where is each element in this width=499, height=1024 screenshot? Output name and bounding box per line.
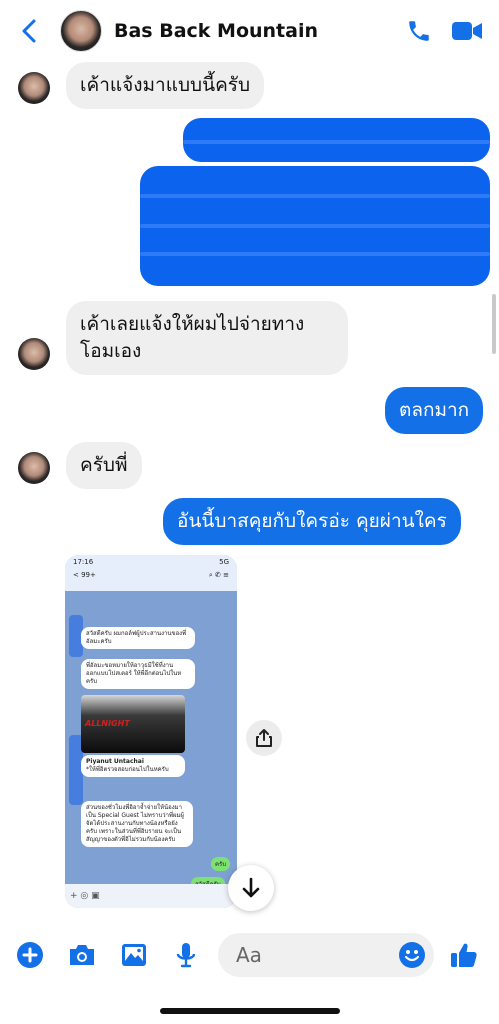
contact-name[interactable]: Bas Back Mountain bbox=[114, 20, 391, 42]
call-button[interactable] bbox=[399, 11, 439, 51]
sender-avatar[interactable] bbox=[18, 72, 50, 104]
attachment-toolbar-icons: + ◎ ▣ bbox=[70, 891, 100, 901]
chat-back-label: < 99+ bbox=[73, 571, 96, 579]
camera-button[interactable] bbox=[66, 939, 98, 971]
attachment-message: สวัสดีครับ ผมกอล์ฟผู้ประสานงานของพี่อัลม… bbox=[81, 627, 195, 649]
message-input-placeholder: Aa bbox=[236, 943, 262, 967]
share-icon bbox=[256, 729, 272, 747]
status-network: 5G bbox=[219, 558, 229, 566]
video-camera-icon bbox=[452, 22, 482, 40]
attachment-message: Piyanut Untachai *ให้พี่อิตรวจสอบก่อนไปใ… bbox=[81, 755, 185, 777]
attachment-sender: Piyanut Untachai bbox=[86, 758, 144, 765]
gallery-button[interactable] bbox=[118, 939, 150, 971]
message-outgoing[interactable]: อันนี้บาสคุยกับใครอ่ะ คุยผ่านใคร bbox=[163, 498, 461, 545]
attachment-composer: + ◎ ▣ bbox=[65, 884, 237, 908]
message-outgoing[interactable]: ตลกมาก bbox=[385, 387, 484, 434]
attachment-message-text: *ให้พี่อิตรวจสอบก่อนไปในหครับ bbox=[86, 766, 169, 773]
arrow-down-icon bbox=[242, 877, 260, 898]
message-outgoing-redacted[interactable] bbox=[183, 118, 490, 162]
attachment-actions-icon: ⌕ ✆ ≡ bbox=[208, 571, 229, 579]
camera-icon bbox=[70, 945, 94, 965]
message-incoming[interactable]: เค้าแจ้งมาแบบนี้ครับ bbox=[66, 62, 265, 109]
status-time: 17:16 bbox=[73, 558, 94, 566]
scroll-to-bottom-button[interactable] bbox=[228, 865, 274, 911]
home-indicator bbox=[160, 1008, 340, 1014]
thumbs-up-icon bbox=[451, 943, 477, 967]
image-icon bbox=[122, 944, 146, 966]
message-incoming[interactable]: ครับพี่ bbox=[66, 442, 142, 489]
like-button[interactable] bbox=[448, 939, 480, 971]
poster-caption: ALLNIGHT bbox=[85, 719, 130, 728]
message-line: โอมเอง bbox=[80, 340, 142, 362]
chat-header: Bas Back Mountain bbox=[0, 0, 499, 62]
video-call-button[interactable] bbox=[447, 11, 487, 51]
emoji-icon[interactable] bbox=[398, 941, 426, 969]
composer-bar: Aa bbox=[0, 924, 499, 986]
voice-button[interactable] bbox=[170, 939, 202, 971]
message-incoming[interactable]: เค้าเลยแจ้งให้ผมไปจ่ายทาง โอมเอง bbox=[66, 301, 348, 375]
scrollbar[interactable] bbox=[492, 294, 496, 354]
back-chevron-icon bbox=[22, 19, 36, 43]
attachment-message: ส่วนของชั่วโมงพี่อิอาจ้ำจ่ายให้น้องมาเป็… bbox=[81, 801, 193, 847]
attachment-message: พี่อัลมะขอหมายให้อาวุธมีใช้ที่งานออกแบบโ… bbox=[81, 659, 195, 689]
conversation[interactable]: เค้าแจ้งมาแบบนี้ครับ เค้าเลยแจ้งให้ผมไปจ… bbox=[0, 62, 499, 924]
sender-avatar[interactable] bbox=[18, 452, 50, 484]
message-outgoing-redacted[interactable] bbox=[140, 166, 490, 286]
message-line: เค้าเลยแจ้งให้ผมไปจ่ายทาง bbox=[80, 313, 305, 335]
attachment-poster-image: ALLNIGHT bbox=[81, 695, 185, 753]
contact-avatar[interactable] bbox=[60, 10, 102, 52]
message-input[interactable]: Aa bbox=[218, 933, 434, 977]
sender-avatar[interactable] bbox=[18, 338, 50, 370]
plus-circle-icon bbox=[17, 942, 43, 968]
more-actions-button[interactable] bbox=[14, 939, 46, 971]
phone-icon bbox=[409, 21, 429, 41]
attachment-reply: ครับ bbox=[211, 857, 231, 871]
share-button[interactable] bbox=[246, 720, 282, 756]
image-attachment[interactable]: 17:16 5G < 99+ ⌕ ✆ ≡ สวัสดีครับ ผมกอล์ฟผ… bbox=[65, 555, 237, 908]
attachment-header: 17:16 5G < 99+ ⌕ ✆ ≡ bbox=[65, 555, 237, 591]
back-button[interactable] bbox=[12, 11, 46, 51]
microphone-icon bbox=[176, 943, 196, 968]
